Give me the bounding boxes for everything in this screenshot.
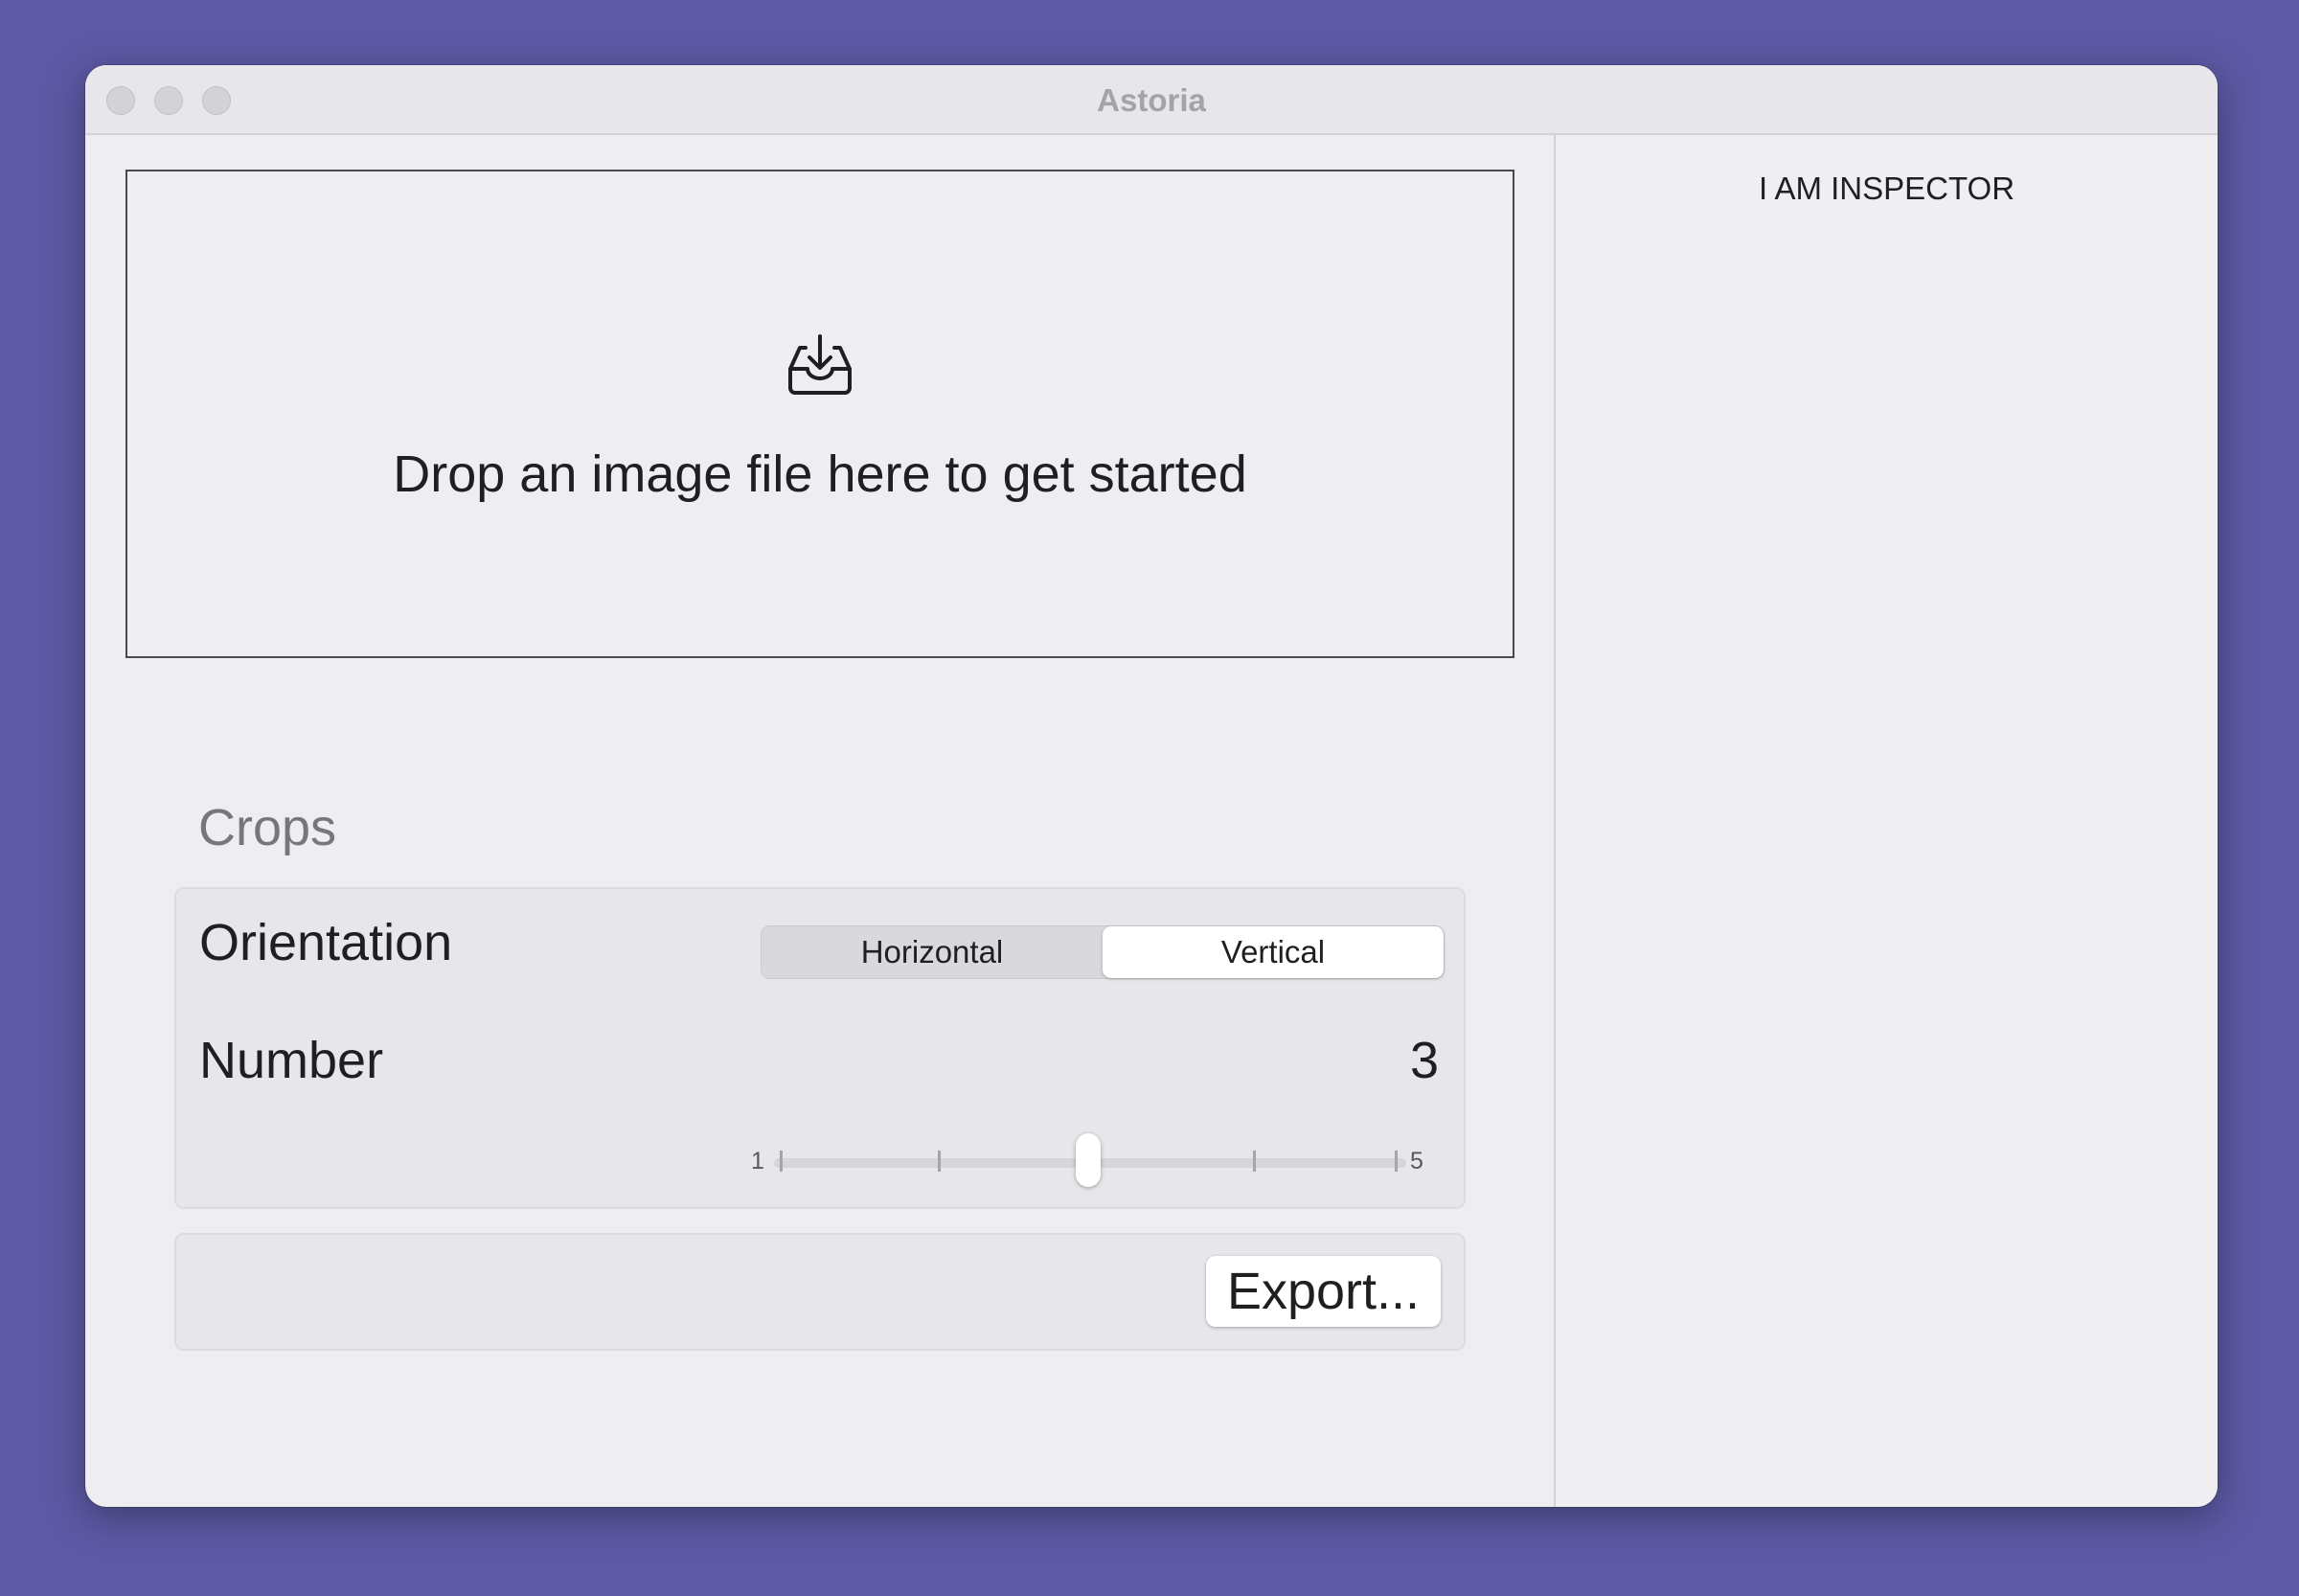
slider-tick: [1395, 1151, 1398, 1172]
image-drop-zone[interactable]: Drop an image file here to get started: [125, 170, 1514, 658]
slider-max-label: 5: [1410, 1148, 1423, 1174]
main-content: Drop an image file here to get started C…: [85, 135, 1554, 1507]
number-label: Number: [199, 1032, 384, 1089]
orientation-option-vertical[interactable]: Vertical: [1103, 926, 1444, 978]
title-bar: Astoria: [85, 65, 2218, 135]
slider-tick: [938, 1151, 941, 1172]
slider-min-label: 1: [751, 1148, 764, 1174]
orientation-segmented-control[interactable]: Horizontal Vertical: [761, 925, 1445, 979]
tray-download-icon: [788, 334, 852, 395]
number-slider[interactable]: 1 5: [751, 1133, 1460, 1191]
orientation-option-horizontal[interactable]: Horizontal: [762, 926, 1103, 978]
slider-knob[interactable]: [1076, 1133, 1101, 1187]
drop-zone-label: Drop an image file here to get started: [393, 445, 1247, 503]
export-button[interactable]: Export...: [1206, 1256, 1441, 1327]
slider-tick: [780, 1151, 783, 1172]
orientation-label: Orientation: [199, 914, 453, 971]
inspector-pane: I AM INSPECTOR: [1556, 135, 2218, 1507]
export-panel: Export...: [174, 1233, 1466, 1351]
crops-section-title: Crops: [198, 799, 337, 856]
crop-settings-panel: Orientation Horizontal Vertical Number 3…: [174, 887, 1466, 1209]
app-window: Astoria Drop an image file here to get s…: [85, 65, 2218, 1507]
slider-tick: [1253, 1151, 1256, 1172]
window-title: Astoria: [1097, 82, 1206, 118]
inspector-label: I AM INSPECTOR: [1758, 171, 2015, 206]
number-value: 3: [1409, 1032, 1439, 1089]
